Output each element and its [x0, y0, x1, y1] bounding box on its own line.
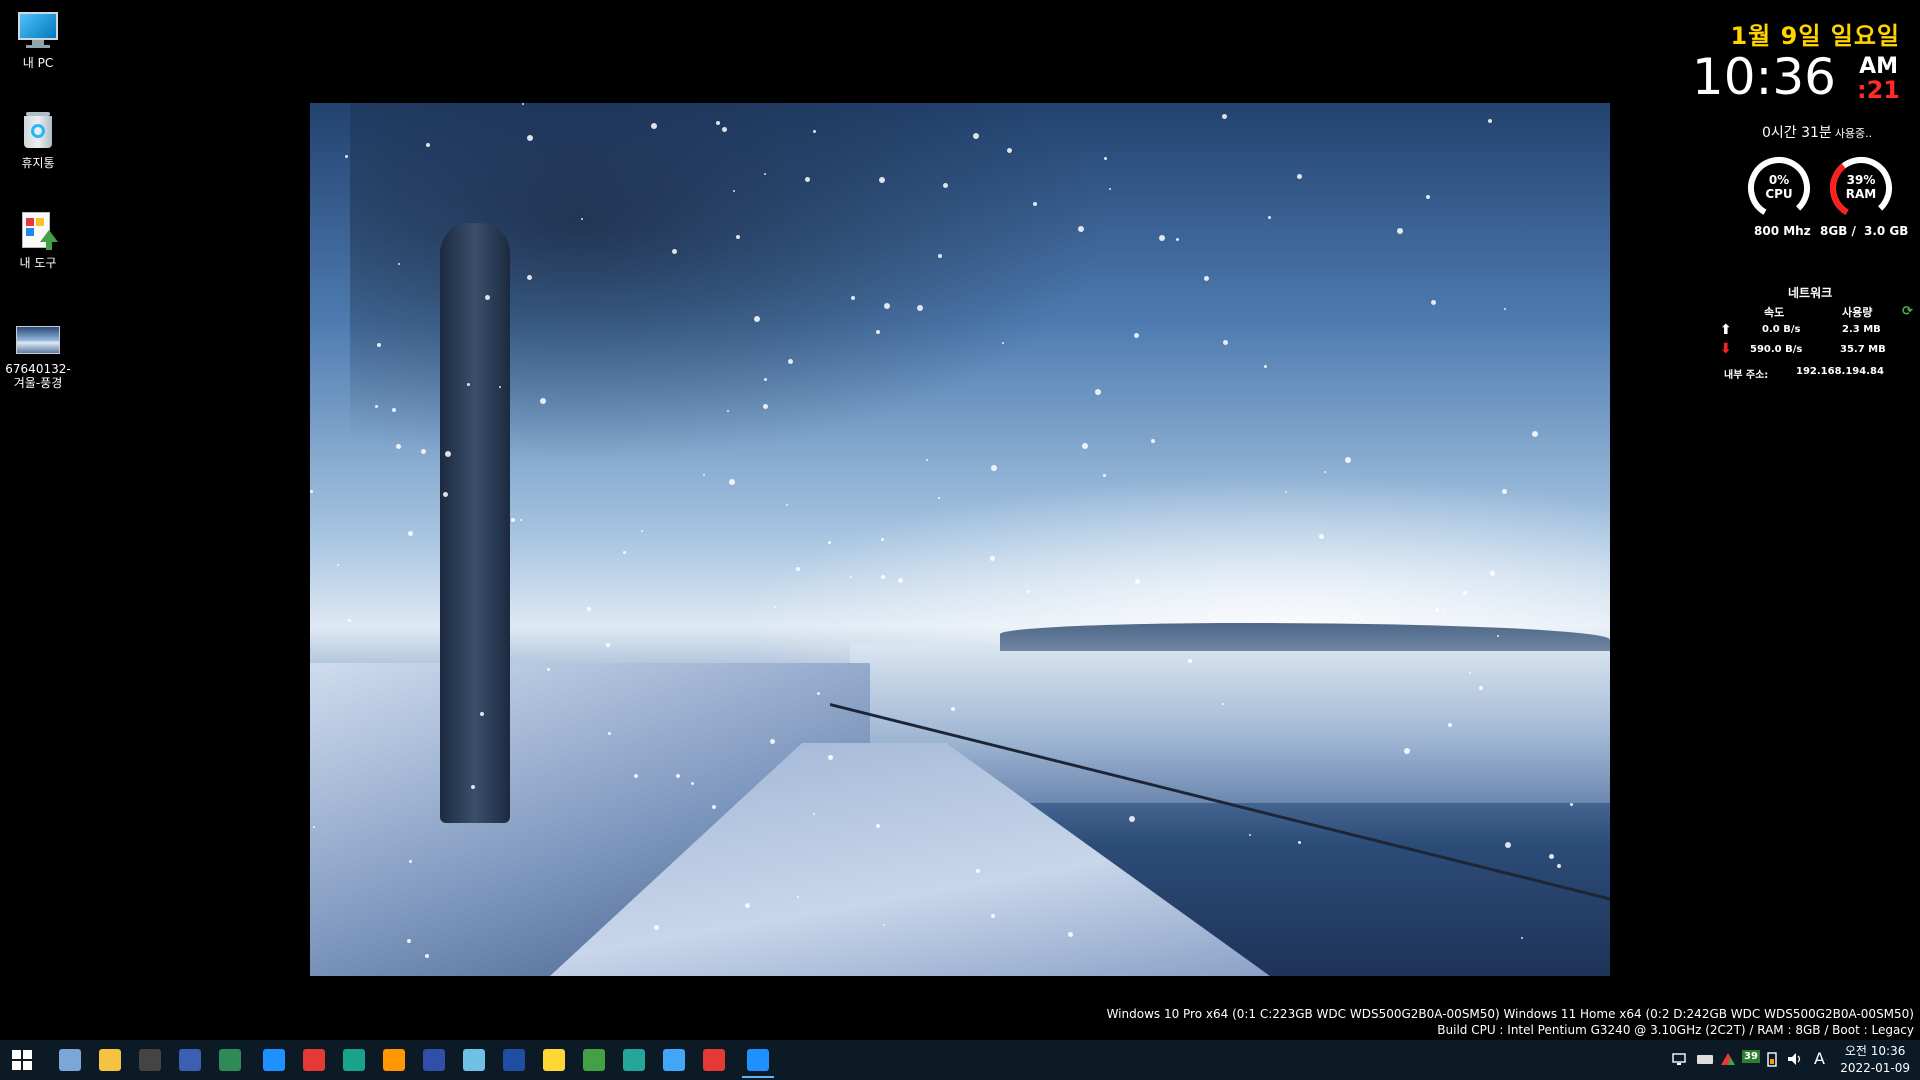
desktop-icon-label: 내 PC [22, 56, 54, 70]
tree-trunk [440, 223, 510, 823]
notepad-icon[interactable] [458, 1044, 490, 1076]
grid-tool-icon[interactable] [498, 1044, 530, 1076]
desktop-icon-label: 휴지통 [21, 156, 55, 170]
sticky-note-icon[interactable] [538, 1044, 570, 1076]
installer-icon[interactable] [578, 1044, 610, 1076]
desktop-icon-label: 67640132- 겨울-풍경 [5, 362, 71, 390]
cpu-frequency: 800 Mhz [1754, 224, 1811, 238]
ram-percent: 39% [1846, 173, 1876, 187]
keyboard-tray-icon[interactable] [1696, 1051, 1714, 1070]
upload-speed: 0.0 B/s [1762, 324, 1801, 335]
media-player-icon[interactable] [378, 1044, 410, 1076]
download-arrow-icon: ⬇ [1720, 341, 1732, 357]
download-speed: 590.0 B/s [1750, 344, 1803, 355]
image-file-icon [16, 322, 60, 356]
desktop-icon-my-tools[interactable]: 내 도구 [4, 210, 72, 270]
widget-seconds: :21 [1857, 76, 1900, 104]
ip-label: 내부 주소: [1724, 370, 1769, 381]
os-info: Windows 10 Pro x64 (0:1 C:223GB WDC WDS5… [1107, 1006, 1914, 1038]
desktop-icon-winter-image[interactable]: 67640132- 겨울-풍경 [4, 322, 72, 390]
recycle-bin-icon [16, 110, 60, 150]
file-explorer-icon[interactable] [94, 1044, 126, 1076]
start-button[interactable] [6, 1044, 38, 1076]
tray-time: 오전 10:36 [1844, 1044, 1906, 1058]
desktop-icon-recycle-bin[interactable]: 휴지통 [4, 110, 72, 170]
far-shore [1000, 623, 1610, 651]
desktop-icon-my-pc[interactable]: 내 PC [4, 10, 72, 70]
monitor-icon [16, 10, 60, 50]
chrome-icon[interactable] [298, 1044, 330, 1076]
folder-tool-icon[interactable] [658, 1044, 690, 1076]
tray-clock[interactable]: 오전 10:36 2022-01-09 [1840, 1043, 1910, 1077]
widget-uptime: 0시간 31분 사용중.. [1762, 122, 1872, 142]
wallpaper-image [310, 103, 1610, 976]
ram-used: 3.0 GB [1864, 224, 1909, 238]
upload-usage: 2.3 MB [1842, 324, 1881, 335]
search-icon[interactable] [54, 1044, 86, 1076]
edge-icon[interactable] [338, 1044, 370, 1076]
ram-total: 8GB / [1820, 224, 1856, 238]
os-info-line1: Windows 10 Pro x64 (0:1 C:223GB WDC WDS5… [1106, 1007, 1914, 1021]
network-speed-header: 속도 [1764, 306, 1785, 319]
download-usage: 35.7 MB [1840, 344, 1886, 355]
network-tray-icon[interactable] [1672, 1051, 1688, 1070]
ip-value: 192.168.194.84 [1796, 366, 1884, 377]
upload-arrow-icon: ⬆ [1720, 322, 1732, 338]
ram-gauge: 39% RAM [1828, 155, 1894, 221]
remote-desktop-icon[interactable] [618, 1044, 650, 1076]
internet-explorer-icon[interactable] [258, 1044, 290, 1076]
network-card-icon[interactable] [214, 1044, 246, 1076]
desktop-icon-label: 내 도구 [19, 256, 57, 270]
os-info-line2: Build CPU : Intel Pentium G3240 @ 3.10GH… [1437, 1023, 1914, 1037]
internet-explorer-icon[interactable] [742, 1044, 774, 1078]
battery-level-tray-icon[interactable]: 39 [1742, 1050, 1760, 1063]
command-prompt-icon[interactable] [134, 1044, 166, 1076]
network-usage-header: 사용량 [1842, 306, 1873, 319]
recovery-tool-icon[interactable] [418, 1044, 450, 1076]
save-disk-icon[interactable] [174, 1044, 206, 1076]
network-title: 네트워크 [1788, 286, 1833, 300]
widget-time: 10:36 [1691, 48, 1836, 106]
cpu-label: CPU [1765, 187, 1793, 201]
uptime-suffix: 사용중.. [1834, 127, 1873, 140]
volume-tray-icon[interactable] [1786, 1051, 1804, 1070]
ram-label: RAM [1845, 187, 1877, 201]
ime-indicator[interactable]: A [1814, 1049, 1825, 1068]
tools-icon [16, 210, 60, 250]
power-icon[interactable] [698, 1044, 730, 1076]
alert-tray-icon[interactable] [1720, 1051, 1736, 1070]
cpu-percent: 0% [1768, 173, 1790, 187]
uptime-value: 0시간 31분 [1762, 125, 1832, 141]
taskbar: 39 A 오전 10:36 2022-01-09 [0, 1040, 1920, 1080]
refresh-icon[interactable]: ⟳ [1902, 304, 1913, 319]
widget-date: 1월 9일 일요일 [1730, 22, 1900, 50]
tray-date: 2022-01-09 [1840, 1061, 1910, 1075]
cpu-gauge: 0% CPU [1746, 155, 1812, 221]
battery-tray-icon[interactable] [1766, 1051, 1778, 1070]
